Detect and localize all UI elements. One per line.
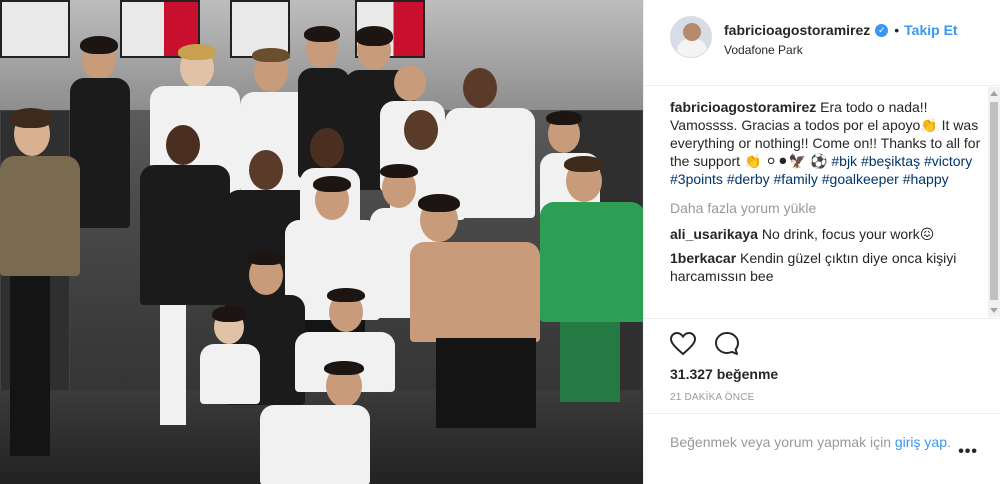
follow-button[interactable]: Takip Et bbox=[904, 22, 957, 38]
caption: fabricioagostoramirez Era todo o nada!! … bbox=[670, 98, 983, 188]
comments-scrollbar[interactable] bbox=[988, 87, 1000, 317]
photo-poster bbox=[0, 0, 70, 58]
like-button[interactable] bbox=[668, 329, 698, 359]
likes-count[interactable]: 31.327 beğenme bbox=[670, 366, 778, 382]
list-item: ali_usarikaya No drink, focus your work😖 bbox=[670, 225, 983, 243]
comment-text: No drink, focus your work😖 bbox=[757, 226, 935, 242]
comment-icon bbox=[715, 332, 739, 355]
location-link[interactable]: Vodafone Park bbox=[724, 43, 958, 57]
load-more-comments-button[interactable]: Daha fazla yorum yükle bbox=[670, 199, 983, 217]
post-photo[interactable] bbox=[0, 0, 643, 484]
header-username[interactable]: fabricioagostoramirez bbox=[724, 22, 870, 38]
comment-button[interactable] bbox=[712, 329, 742, 359]
action-bar bbox=[644, 318, 1000, 359]
post-header: fabricioagostoramirez ✓ • Takip Et Vodaf… bbox=[644, 0, 1000, 86]
separator-dot: • bbox=[894, 22, 900, 38]
caption-username[interactable]: fabricioagostoramirez bbox=[670, 99, 816, 115]
comment-username[interactable]: 1berkacar bbox=[670, 250, 736, 266]
comments-list[interactable]: fabricioagostoramirez Era todo o nada!! … bbox=[644, 87, 1000, 317]
scroll-down-icon[interactable] bbox=[990, 308, 998, 313]
login-prompt-text: Beğenmek veya yorum yapmak için bbox=[670, 434, 895, 450]
login-prompt-end: . bbox=[947, 434, 951, 450]
more-options-icon[interactable]: ••• bbox=[958, 443, 978, 461]
scroll-up-icon[interactable] bbox=[990, 91, 998, 96]
scrollbar-thumb[interactable] bbox=[990, 102, 998, 300]
login-prompt: Beğenmek veya yorum yapmak için giriş ya… bbox=[644, 413, 1000, 484]
post-timestamp: 21 DAKİKA ÖNCE bbox=[670, 392, 755, 403]
login-link[interactable]: giriş yap bbox=[895, 434, 947, 450]
list-item: 1berkacar Kendin güzel çıktın diye onca … bbox=[670, 249, 983, 285]
comment-username[interactable]: ali_usarikaya bbox=[670, 226, 758, 242]
post-sidebar: fabricioagostoramirez ✓ • Takip Et Vodaf… bbox=[643, 0, 1000, 484]
verified-badge-icon: ✓ bbox=[875, 23, 889, 37]
heart-icon bbox=[670, 332, 696, 356]
avatar[interactable] bbox=[670, 16, 712, 58]
